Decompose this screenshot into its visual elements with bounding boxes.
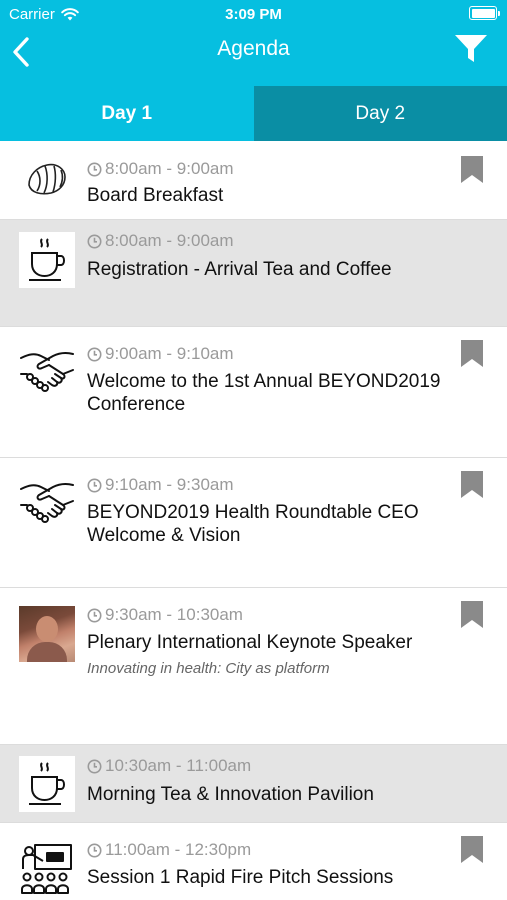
session-time-label: 10:30am - 11:00am <box>105 756 252 775</box>
session-title: Session 1 Rapid Fire Pitch Sessions <box>87 867 394 888</box>
agenda-item[interactable]: 11:00am - 12:30pm Session 1 Rapid Fire P… <box>0 823 507 900</box>
agenda-item[interactable]: 10:30am - 11:00am Morning Tea & Innovati… <box>0 745 507 823</box>
session-time: 9:30am - 10:30am <box>87 605 243 625</box>
agenda-item[interactable]: 9:10am - 9:30am BEYOND2019 Health Roundt… <box>0 458 507 588</box>
session-time-label: 8:00am - 9:00am <box>105 159 234 178</box>
session-title: BEYOND2019 Health Roundtable CEO Welcome… <box>87 502 419 546</box>
handshake-icon <box>19 344 75 400</box>
presentation-icon <box>19 841 75 897</box>
filter-icon[interactable] <box>453 32 489 66</box>
session-title: Plenary International Keynote Speaker <box>87 632 413 653</box>
agenda-item[interactable]: 9:30am - 10:30am Plenary International K… <box>0 588 507 745</box>
session-time: 9:10am - 9:30am <box>87 475 234 495</box>
bookmark-icon[interactable] <box>461 836 483 863</box>
clock-icon <box>87 162 102 176</box>
speaker-photo <box>19 606 75 662</box>
session-title: Registration - Arrival Tea and Coffee <box>87 259 392 280</box>
session-time-label: 9:00am - 9:10am <box>105 344 234 363</box>
agenda-item[interactable]: 9:00am - 9:10am Welcome to the 1st Annua… <box>0 327 507 458</box>
clock-icon <box>87 347 102 361</box>
agenda-item[interactable]: 8:00am - 9:00am Registration - Arrival T… <box>0 220 507 327</box>
coffee-cup-icon <box>19 756 75 812</box>
bookmark-icon[interactable] <box>461 601 483 628</box>
status-bar: Carrier 3:09 PM <box>0 0 507 28</box>
clock-icon <box>87 478 102 492</box>
session-time-label: 11:00am - 12:30pm <box>105 840 252 859</box>
session-title: Board Breakfast <box>87 185 224 206</box>
tab-day-1[interactable]: Day 1 <box>0 86 254 141</box>
tab-day-2[interactable]: Day 2 <box>253 86 507 141</box>
avatar <box>19 606 75 662</box>
session-time-label: 8:00am - 9:00am <box>105 231 234 250</box>
session-time: 8:00am - 9:00am <box>87 159 234 179</box>
bookmark-icon[interactable] <box>461 156 483 183</box>
session-time: 11:00am - 12:30pm <box>87 840 251 860</box>
session-subtitle: Innovating in health: City as platform <box>87 660 330 677</box>
session-time-label: 9:10am - 9:30am <box>105 475 234 494</box>
clock-icon <box>87 234 102 248</box>
agenda-list: 8:00am - 9:00am Board Breakfast 8:00am -… <box>0 141 507 900</box>
agenda-item[interactable]: 8:00am - 9:00am Board Breakfast <box>0 141 507 220</box>
croissant-icon <box>19 151 75 207</box>
session-title: Welcome to the 1st Annual BEYOND2019 Con… <box>87 371 441 415</box>
clock-icon <box>87 608 102 622</box>
handshake-icon <box>19 475 75 531</box>
bookmark-icon[interactable] <box>461 340 483 367</box>
bookmark-icon[interactable] <box>461 471 483 498</box>
status-time: 3:09 PM <box>225 6 282 23</box>
page-title: Agenda <box>217 37 290 60</box>
day-tabs: Day 1 Day 2 <box>0 86 507 141</box>
nav-bar: Agenda <box>0 28 507 86</box>
session-time: 9:00am - 9:10am <box>87 344 234 364</box>
session-time: 10:30am - 11:00am <box>87 756 251 776</box>
battery-icon <box>469 6 500 20</box>
session-title: Morning Tea & Innovation Pavilion <box>87 784 374 805</box>
session-time: 8:00am - 9:00am <box>87 231 234 251</box>
coffee-cup-icon <box>19 232 75 288</box>
clock-icon <box>87 843 102 857</box>
session-time-label: 9:30am - 10:30am <box>105 605 243 624</box>
clock-icon <box>87 759 102 773</box>
